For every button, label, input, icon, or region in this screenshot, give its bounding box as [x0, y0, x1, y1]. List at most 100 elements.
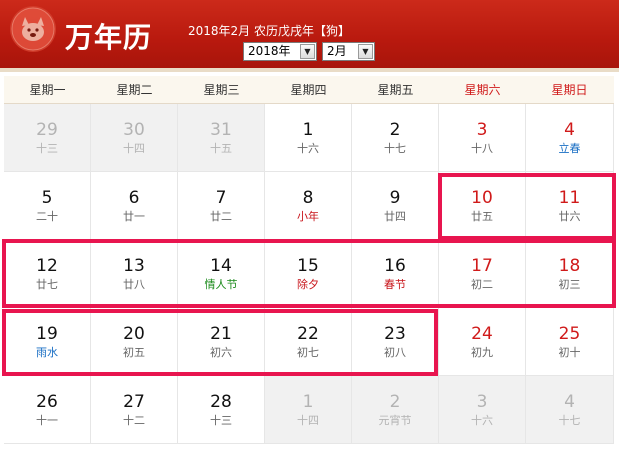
lunar-date: 廿七	[36, 278, 58, 291]
day-number: 4	[564, 392, 575, 412]
lunar-date: 十四	[297, 414, 319, 427]
day-cell[interactable]: 16 春节	[352, 240, 439, 308]
day-cell[interactable]: 14 情人节	[178, 240, 265, 308]
day-number: 10	[471, 188, 493, 208]
day-number: 31	[210, 120, 232, 140]
year-select-value: 2018年	[248, 44, 291, 58]
day-cell[interactable]: 1 十四	[265, 376, 352, 444]
day-number: 7	[215, 188, 227, 208]
day-cell[interactable]: 6 廿一	[91, 172, 178, 240]
day-cell[interactable]: 20 初五	[91, 308, 178, 376]
lunar-date: 十七	[558, 414, 581, 427]
lunar-date: 十六	[297, 142, 319, 155]
day-number: 12	[36, 256, 58, 276]
month-select[interactable]: 2月 ▼	[322, 42, 375, 61]
day-number: 2	[389, 120, 401, 140]
lunar-date: 廿五	[471, 210, 493, 223]
day-cell[interactable]: 1 十六	[265, 104, 352, 172]
day-number: 24	[471, 324, 493, 344]
day-cell[interactable]: 10 廿五	[439, 172, 526, 240]
day-cell[interactable]: 30 十四	[91, 104, 178, 172]
lunar-date: 十三	[36, 142, 58, 155]
lunar-date: 初五	[123, 346, 145, 359]
weekday-sat: 星期六	[464, 83, 501, 97]
lunar-date: 十三	[210, 414, 232, 427]
day-cell[interactable]: 4 立春	[526, 104, 614, 172]
lunar-date: 十五	[210, 142, 232, 155]
day-cell[interactable]: 8 小年	[265, 172, 352, 240]
day-cell[interactable]: 31 十五	[178, 104, 265, 172]
day-number: 9	[389, 188, 401, 208]
lunar-date: 初十	[558, 346, 581, 359]
lunar-date: 初二	[471, 278, 493, 291]
day-cell[interactable]: 15 除夕	[265, 240, 352, 308]
lunar-date: 雨水	[36, 346, 58, 359]
day-number: 11	[558, 188, 581, 208]
dog-zodiac-icon	[10, 6, 56, 52]
day-number: 5	[41, 188, 53, 208]
day-cell[interactable]: 27 十二	[91, 376, 178, 444]
day-cell[interactable]: 3 十六	[439, 376, 526, 444]
app-title: 万年历	[65, 21, 153, 54]
day-cell[interactable]: 21 初六	[178, 308, 265, 376]
day-number: 18	[558, 256, 581, 276]
day-cell[interactable]: 28 十三	[178, 376, 265, 444]
weekday-sun: 星期日	[551, 83, 588, 97]
lunar-date: 廿一	[123, 210, 145, 223]
day-cell[interactable]: 7 廿二	[178, 172, 265, 240]
day-cell[interactable]: 11 廿六	[526, 172, 614, 240]
day-number: 3	[476, 392, 488, 412]
lunar-date: 元宵节	[378, 414, 412, 427]
lunar-date: 初六	[210, 346, 232, 359]
lunar-date: 立春	[558, 142, 581, 155]
day-number: 23	[384, 324, 406, 344]
day-number: 1	[302, 120, 314, 140]
day-number: 19	[36, 324, 58, 344]
day-cell[interactable]: 26 十一	[4, 376, 91, 444]
lunar-date: 十六	[471, 414, 493, 427]
day-number: 28	[210, 392, 232, 412]
day-cell[interactable]: 12 廿七	[4, 240, 91, 308]
weekday-mon: 星期一	[29, 83, 66, 97]
day-cell[interactable]: 13 廿八	[91, 240, 178, 308]
day-cell[interactable]: 29 十三	[4, 104, 91, 172]
day-cell[interactable]: 17 初二	[439, 240, 526, 308]
chevron-down-icon[interactable]: ▼	[300, 44, 315, 59]
day-cell[interactable]: 23 初八	[352, 308, 439, 376]
day-cell[interactable]: 5 二十	[4, 172, 91, 240]
lunar-date: 廿八	[123, 278, 145, 291]
day-cell[interactable]: 2 十七	[352, 104, 439, 172]
month-select-value: 2月	[327, 44, 347, 58]
day-cell[interactable]: 22 初七	[265, 308, 352, 376]
day-cell[interactable]: 9 廿四	[352, 172, 439, 240]
weekday-fri: 星期五	[377, 83, 414, 97]
chevron-down-icon[interactable]: ▼	[358, 44, 373, 59]
year-select[interactable]: 2018年 ▼	[243, 42, 317, 61]
day-number: 25	[558, 324, 581, 344]
day-cell[interactable]: 3 十八	[439, 104, 526, 172]
day-number: 30	[123, 120, 145, 140]
lunar-year-info: 2018年2月 农历戊戌年【狗】	[188, 24, 350, 38]
day-number: 4	[564, 120, 575, 140]
lunar-date: 十八	[471, 142, 493, 155]
lunar-date: 小年	[297, 210, 319, 223]
day-number: 1	[302, 392, 314, 412]
day-cell[interactable]: 19 雨水	[4, 308, 91, 376]
day-cell[interactable]: 25 初十	[526, 308, 614, 376]
day-cell[interactable]: 2 元宵节	[352, 376, 439, 444]
day-number: 27	[123, 392, 145, 412]
lunar-date: 十四	[123, 142, 145, 155]
lunar-date: 初三	[558, 278, 581, 291]
day-number: 13	[123, 256, 145, 276]
day-cell[interactable]: 4 十七	[526, 376, 614, 444]
day-number: 15	[297, 256, 319, 276]
lunar-date: 廿六	[558, 210, 581, 223]
day-cell[interactable]: 18 初三	[526, 240, 614, 308]
day-number: 26	[36, 392, 58, 412]
weekday-thu: 星期四	[290, 83, 327, 97]
lunar-date: 春节	[384, 278, 406, 291]
day-number: 22	[297, 324, 319, 344]
day-number: 17	[471, 256, 493, 276]
weekday-wed: 星期三	[203, 83, 240, 97]
day-cell[interactable]: 24 初九	[439, 308, 526, 376]
